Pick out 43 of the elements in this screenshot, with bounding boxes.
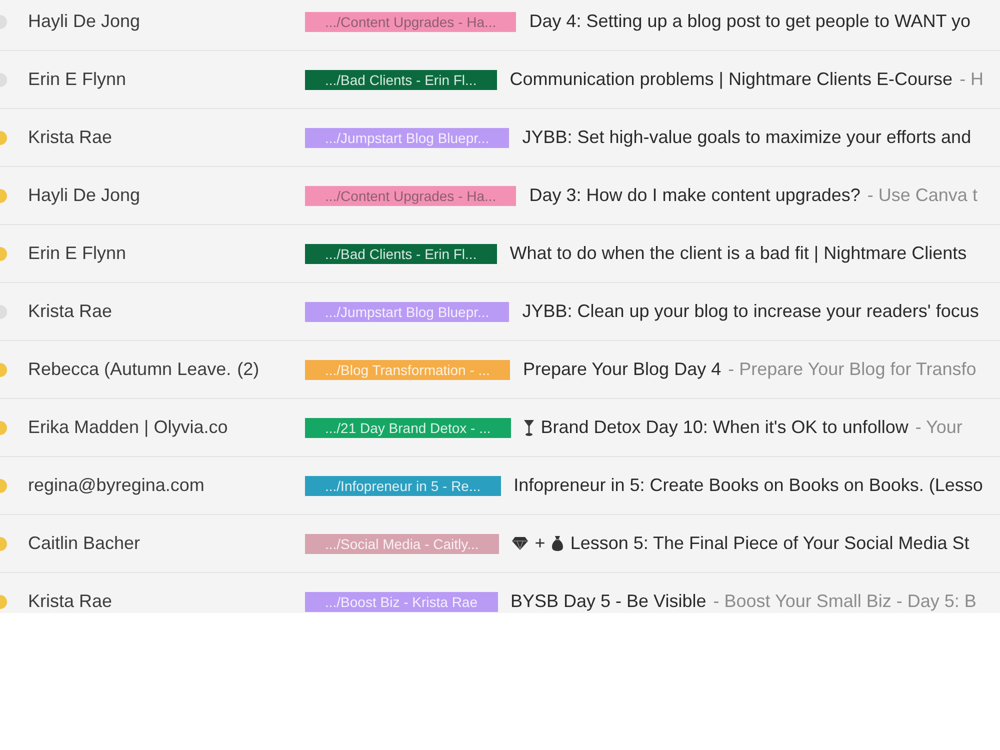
email-snippet: - H [960, 69, 984, 90]
email-subject: JYBB: Set high-value goals to maximize your efforts and [522, 127, 972, 148]
sender-name: Krista Rae [28, 127, 112, 148]
email-subject: Day 4: Setting up a blog post to get people to WANT yo [529, 11, 970, 32]
email-snippet: - Your [915, 417, 962, 438]
sender-name: Krista Rae [28, 301, 112, 322]
email-snippet: - Prepare Your Blog for Transfo [728, 359, 976, 380]
sender-name: Erin E Flynn [28, 243, 126, 264]
email-subject: What to do when the client is a bad fit | Nightmare Clients [510, 243, 967, 264]
email-subject: Brand Detox Day 10: When it's OK to unfollow [540, 417, 908, 438]
email-subject: JYBB: Clean up your blog to increase your readers' focus [522, 301, 979, 322]
email-snippet: - Boost Your Small Biz - Day 5: B [713, 591, 976, 612]
sender-name: Krista Rae [28, 591, 112, 612]
sender-name: Erin E Flynn [28, 69, 126, 90]
sender-name: Erika Madden | Olyvia.co [28, 417, 228, 438]
label-tag: .../Content Upgrades - Ha... [305, 186, 516, 206]
label-tag: .../Infopreneur in 5 - Re... [305, 476, 501, 496]
label-tag: .../Content Upgrades - Ha... [305, 12, 516, 32]
label-tag: .../Boost Biz - Krista Rae [305, 592, 498, 612]
email-subject: Communication problems | Nightmare Clients E-Course [510, 69, 953, 90]
sender-name: regina@byregina.com [28, 475, 204, 496]
sender-name: Rebecca (Autumn Leave. [28, 359, 232, 380]
email-snippet: - Use Canva t [867, 185, 978, 206]
email-subject: BYSB Day 5 - Be Visible [510, 591, 706, 612]
sender-name: Caitlin Bacher [28, 533, 140, 554]
email-subject: Lesson 5: The Final Piece of Your Social Media St [570, 533, 970, 554]
label-tag: .../Bad Clients - Erin Fl... [305, 70, 497, 90]
label-tag: .../Social Media - Caitly... [305, 534, 499, 554]
label-tag: .../Jumpstart Blog Bluepr... [305, 302, 510, 322]
sender-name: Hayli De Jong [28, 185, 140, 206]
label-tag: .../Jumpstart Blog Bluepr... [305, 128, 510, 148]
label-tag: .../Bad Clients - Erin Fl... [305, 244, 497, 264]
label-tag: .../21 Day Brand Detox - ... [305, 418, 511, 438]
glass-icon [524, 420, 534, 436]
label-tag: .../Blog Transformation - ... [305, 360, 510, 380]
gem-icon [512, 537, 528, 550]
sender-name: Hayli De Jong [28, 11, 140, 32]
thread-count: (2) [237, 359, 260, 380]
email-subject: Day 3: How do I make content upgrades? [529, 185, 860, 206]
email-subject: Infopreneur in 5: Create Books on Books on Books. (Lesso [514, 475, 983, 496]
bag-icon [552, 536, 564, 551]
plus-sign: + [534, 533, 546, 554]
email-subject: Prepare Your Blog Day 4 [522, 359, 722, 380]
